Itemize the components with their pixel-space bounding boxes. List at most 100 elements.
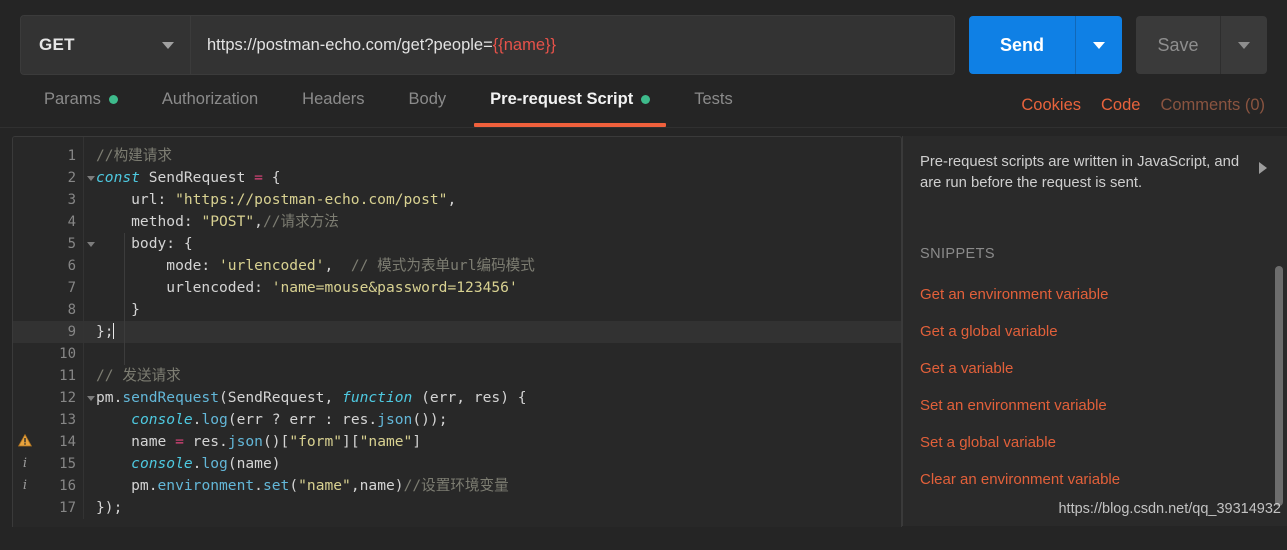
code-line[interactable]: body: {	[84, 233, 901, 255]
script-help-description: Pre-request scripts are written in JavaS…	[920, 154, 1240, 191]
gutter-line[interactable]: 10	[13, 343, 83, 365]
editor-gutter[interactable]: 1 2 3 4 5 6 7 8 9 10 11 12 13 14 i 15 i 16 17	[13, 137, 95, 519]
snippet-item[interactable]: Clear an environment variable	[920, 461, 1261, 498]
line-number: 2	[67, 170, 76, 186]
action-comments-0[interactable]: Comments (0)	[1160, 96, 1265, 115]
gutter-line[interactable]: 7	[13, 277, 83, 299]
gutter-line[interactable]: 12	[13, 387, 95, 409]
snippet-item[interactable]: Set a global variable	[920, 424, 1261, 461]
code-line[interactable]: const SendRequest = {	[84, 167, 901, 189]
tab-headers[interactable]: Headers	[280, 76, 386, 127]
code-line[interactable]: });	[84, 497, 901, 519]
gutter-line[interactable]: 4	[13, 211, 83, 233]
snippet-item[interactable]: Get a global variable	[920, 313, 1261, 350]
gutter-line[interactable]: 13	[13, 409, 83, 431]
panel-scrollbar[interactable]	[1275, 136, 1283, 526]
tab-label: Tests	[694, 90, 733, 108]
line-number: 9	[67, 324, 76, 340]
line-number: 12	[59, 390, 76, 406]
code-line[interactable]: //构建请求	[84, 145, 901, 167]
code-line[interactable]: // 发送请求	[84, 365, 901, 387]
save-button[interactable]: Save	[1136, 16, 1221, 74]
gutter-line[interactable]: 11	[13, 365, 83, 387]
save-options-button[interactable]	[1221, 16, 1267, 74]
line-number: 15	[59, 456, 76, 472]
tab-body[interactable]: Body	[387, 76, 469, 127]
code-line[interactable]: console.log(err ? err : res.json());	[84, 409, 901, 431]
code-line[interactable]: name = res.json()["form"]["name"]	[84, 431, 901, 453]
line-number: 5	[67, 236, 76, 252]
send-options-button[interactable]	[1076, 16, 1122, 74]
line-number: 14	[59, 434, 76, 450]
gutter-line[interactable]: 8	[13, 299, 83, 321]
gutter-line[interactable]: i 16	[13, 475, 83, 497]
gutter-line[interactable]: 2	[13, 167, 95, 189]
tab-authorization[interactable]: Authorization	[140, 76, 280, 127]
tab-pre-request-script[interactable]: Pre-request Script	[468, 76, 672, 127]
url-input[interactable]: https://postman-echo.com/get?people= {{na…	[191, 16, 954, 74]
panel-collapse-icon[interactable]	[1259, 162, 1267, 174]
line-number: 8	[67, 302, 76, 318]
gutter-line[interactable]: 1	[13, 145, 83, 167]
snippet-item[interactable]: Set an environment variable	[920, 387, 1261, 424]
line-number: 1	[67, 148, 76, 164]
tab-params[interactable]: Params	[22, 76, 140, 127]
line-number: 17	[59, 500, 76, 516]
tab-label: Pre-request Script	[490, 90, 634, 108]
action-code[interactable]: Code	[1101, 96, 1140, 115]
info-icon[interactable]: i	[17, 453, 33, 475]
chevron-down-icon	[162, 41, 174, 49]
gutter-line[interactable]: 9	[13, 321, 83, 343]
code-line[interactable]: method: "POST",//请求方法	[84, 211, 901, 233]
request-bar: GET https://postman-echo.com/get?people=…	[0, 0, 1287, 76]
http-method-value: GET	[39, 35, 75, 54]
warning-icon[interactable]	[17, 433, 33, 450]
code-line[interactable]: url: "https://postman-echo.com/post",	[84, 189, 901, 211]
chevron-down-icon	[1238, 41, 1250, 49]
snippets-heading: SNIPPETS	[920, 246, 995, 262]
editor-body: 1 2 3 4 5 6 7 8 9 10 11 12 13 14 i 15 i 16 17 //构建请求 const …	[13, 137, 901, 519]
code-line[interactable]	[84, 343, 901, 365]
code-line[interactable]: mode: 'urlencoded', // 模式为表单url编码模式	[84, 255, 901, 277]
panel-scrollbar-thumb[interactable]	[1275, 266, 1283, 506]
send-button[interactable]: Send	[969, 16, 1076, 74]
code-line[interactable]: pm.sendRequest(SendRequest, function (er…	[84, 387, 901, 409]
line-number: 11	[59, 368, 76, 384]
url-group: GET https://postman-echo.com/get?people=…	[20, 15, 955, 75]
code-line[interactable]: console.log(name)	[84, 453, 901, 475]
gutter-line[interactable]: i 15	[13, 453, 83, 475]
script-help-content: Pre-request scripts are written in JavaS…	[902, 136, 1287, 526]
tab-modified-dot-icon	[641, 95, 651, 104]
tab-label: Params	[44, 90, 101, 108]
request-tab-bar: Params Authorization Headers Body Pre-reques…	[0, 76, 1287, 128]
chevron-down-icon	[1093, 41, 1105, 49]
code-line[interactable]: };	[84, 321, 901, 343]
code-line[interactable]: urlencoded: 'name=mouse&password=123456'	[84, 277, 901, 299]
http-method-select[interactable]: GET	[21, 16, 191, 74]
gutter-line[interactable]: 6	[13, 255, 83, 277]
action-cookies[interactable]: Cookies	[1021, 96, 1081, 115]
editor-scrollbar[interactable]	[892, 137, 901, 527]
tab-modified-dot-icon	[108, 95, 118, 104]
gutter-line[interactable]: 17	[13, 497, 83, 519]
script-help-panel: Pre-request scripts are written in JavaS…	[902, 136, 1287, 526]
snippet-item[interactable]: Get a variable	[920, 350, 1261, 387]
editor-code-area[interactable]: //构建请求 const SendRequest = { url: "https:…	[84, 137, 901, 519]
tab-tests[interactable]: Tests	[672, 76, 755, 127]
snippets-list: Get an environment variable Get a global …	[920, 276, 1261, 498]
tab-label: Headers	[302, 90, 365, 108]
request-tabs: Params Authorization Headers Body Pre-reques…	[22, 76, 755, 127]
line-number: 16	[59, 478, 76, 494]
code-line[interactable]: pm.environment.set("name",name)//设置环境变量	[84, 475, 901, 497]
info-icon[interactable]: i	[17, 475, 33, 497]
tab-label: Authorization	[161, 90, 259, 108]
line-number: 6	[67, 258, 76, 274]
code-line[interactable]: }	[84, 299, 901, 321]
gutter-line[interactable]: 5	[13, 233, 95, 255]
pre-request-script-editor[interactable]: 1 2 3 4 5 6 7 8 9 10 11 12 13 14 i 15 i 16 17 //构建请求 const …	[12, 136, 902, 527]
gutter-line[interactable]: 14	[13, 431, 83, 453]
tab-actions: Cookies Code Comments (0)	[1021, 96, 1265, 127]
line-number: 7	[67, 280, 76, 296]
gutter-line[interactable]: 3	[13, 189, 83, 211]
snippet-item[interactable]: Get an environment variable	[920, 276, 1261, 313]
